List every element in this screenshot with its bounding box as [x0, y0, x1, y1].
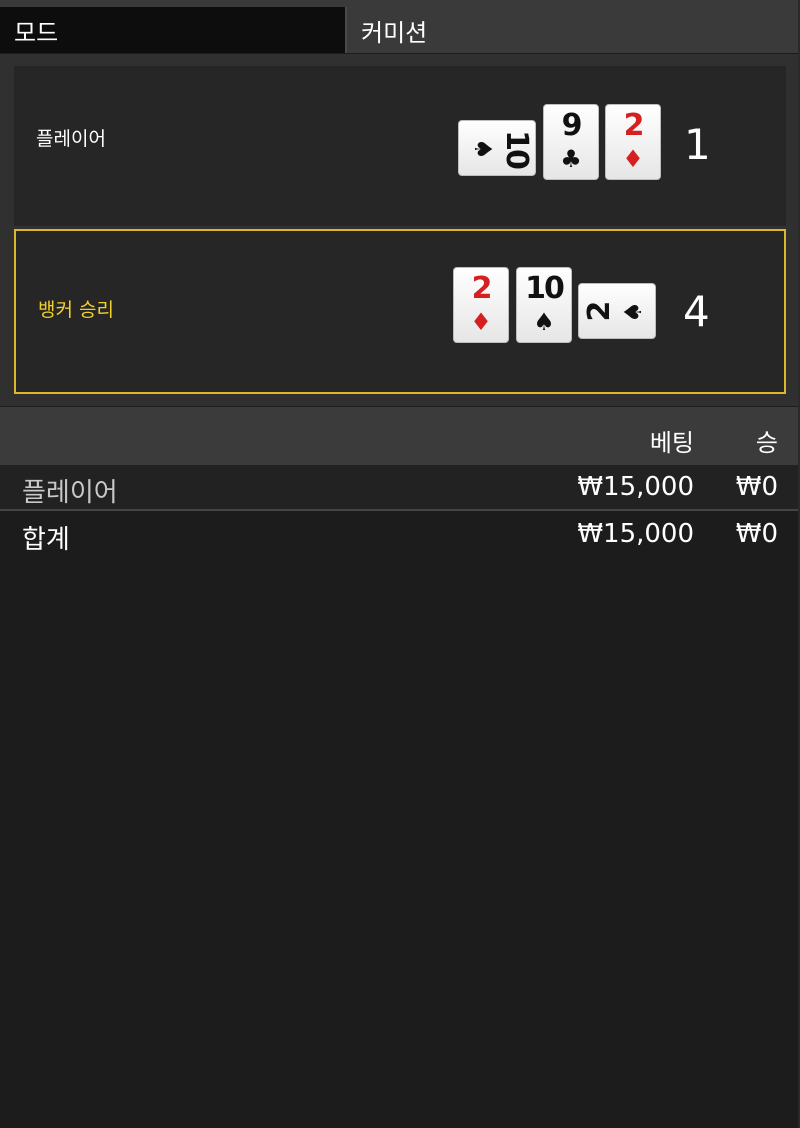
banker-card-3: 2 ♠: [578, 283, 656, 339]
total-row: 합계 ₩15,000 ₩0: [0, 512, 800, 558]
commission-label: 커미션: [347, 7, 800, 53]
card-rank: 2: [582, 302, 617, 322]
diamond-icon: ♦: [470, 308, 492, 336]
bet-amount: ₩15,000: [577, 472, 694, 502]
bet-column-header: 베팅: [649, 429, 694, 457]
player-label: 플레이어: [36, 128, 106, 150]
win-column-header: 승: [755, 429, 778, 457]
spade-icon: ♠: [619, 301, 647, 323]
player-score: 1: [684, 120, 711, 169]
table-row: 플레이어 ₩15,000 ₩0: [0, 465, 800, 511]
player-card-2: 9 ♣: [543, 104, 599, 180]
mode-label: 모드: [0, 7, 347, 53]
card-rank: 2: [471, 271, 493, 306]
player-card-1: 10 ♠: [458, 120, 536, 176]
header-bar: 모드 커미션: [0, 7, 800, 53]
player-hand-row: 플레이어 10 ♠ 9 ♣ 2 ♦ 1: [14, 66, 786, 226]
total-label: 합계: [22, 525, 70, 555]
win-amount: ₩0: [735, 472, 778, 502]
banker-score: 4: [683, 287, 710, 336]
total-win-amount: ₩0: [735, 519, 778, 549]
player-card-3: 2 ♦: [605, 104, 661, 180]
card-rank: 10: [499, 130, 534, 168]
card-rank: 2: [623, 108, 645, 143]
club-icon: ♣: [560, 145, 582, 173]
card-rank: 9: [561, 108, 583, 143]
round-result-panel: 플레이어 10 ♠ 9 ♣ 2 ♦ 1 뱅커 승리 2 ♦ 10 ♠ 2 ♠ 4: [0, 54, 800, 406]
banker-win-label: 뱅커 승리: [38, 299, 114, 321]
diamond-icon: ♦: [622, 145, 644, 173]
banker-hand-row: 뱅커 승리 2 ♦ 10 ♠ 2 ♠ 4: [14, 229, 786, 394]
banker-card-2: 10 ♠: [516, 267, 572, 343]
top-border: [0, 0, 800, 7]
bet-table-header: 베팅 승: [0, 407, 800, 465]
spade-icon: ♠: [533, 308, 555, 336]
total-bet-amount: ₩15,000: [577, 519, 694, 549]
banker-card-1: 2 ♦: [453, 267, 509, 343]
card-rank: 10: [525, 271, 565, 306]
spade-icon: ♠: [469, 138, 497, 160]
bet-type-label: 플레이어: [22, 478, 118, 508]
